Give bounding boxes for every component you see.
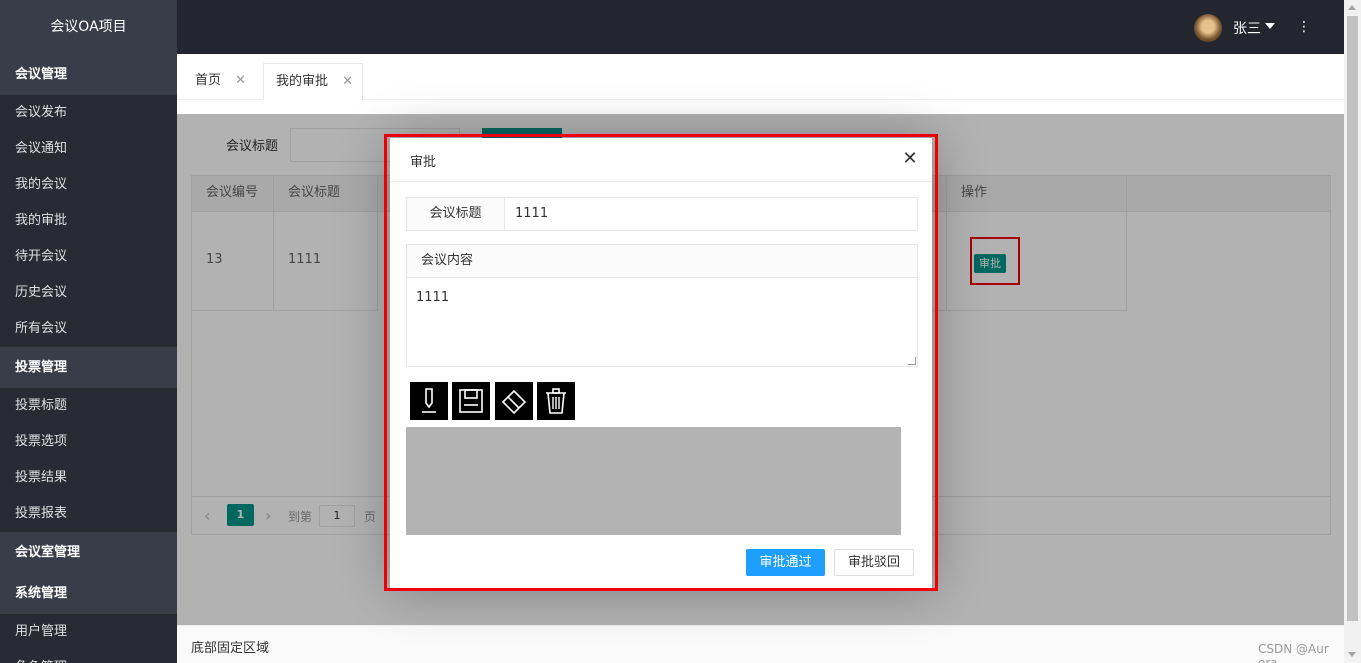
nav-item-my-approvals[interactable]: 我的审批 [0, 203, 177, 239]
highlight-box [384, 134, 938, 591]
tab-home[interactable]: 首页 ✕ [195, 63, 246, 100]
nav-item-pending[interactable]: 待开会议 [0, 239, 177, 275]
tab-my-approvals[interactable]: 我的审批 ✕ [263, 63, 363, 101]
top-header: 张三 ⋮ [177, 0, 1344, 54]
footer-text: 底部固定区域 [191, 641, 270, 656]
close-icon[interactable]: ✕ [342, 74, 353, 89]
nav-item-all[interactable]: 所有会议 [0, 311, 177, 347]
scroll-up-icon[interactable] [1348, 5, 1356, 10]
nav-item-my-meetings[interactable]: 我的会议 [0, 167, 177, 203]
nav-children-system: 用户管理 角色管理 [0, 614, 177, 663]
nav-item-vote-title[interactable]: 投票标题 [0, 388, 177, 424]
nav-item-vote-results[interactable]: 投票结果 [0, 460, 177, 496]
nav-item-history[interactable]: 历史会议 [0, 275, 177, 311]
scroll-thumb[interactable] [1347, 16, 1358, 621]
nav-item-publish[interactable]: 会议发布 [0, 95, 177, 131]
avatar[interactable] [1194, 14, 1222, 42]
caret-down-icon[interactable] [1265, 23, 1275, 29]
scroll-down-icon[interactable] [1348, 652, 1356, 657]
nav-children-meeting: 会议发布 会议通知 我的会议 我的审批 待开会议 历史会议 所有会议 [0, 95, 177, 347]
nav-item-roles[interactable]: 角色管理 [0, 650, 177, 663]
username[interactable]: 张三 [1233, 18, 1261, 38]
close-icon[interactable]: ✕ [235, 73, 246, 88]
nav-item-users[interactable]: 用户管理 [0, 614, 177, 650]
more-vertical-icon[interactable]: ⋮ [1297, 17, 1311, 37]
tab-label: 首页 [195, 73, 222, 88]
nav-item-vote-report[interactable]: 投票报表 [0, 496, 177, 532]
nav-group-room-management[interactable]: 会议室管理 [0, 532, 177, 573]
nav-group-meeting-management[interactable]: 会议管理 [0, 54, 177, 95]
nav-item-notice[interactable]: 会议通知 [0, 131, 177, 167]
footer: 底部固定区域 CSDN @Aur ora [177, 625, 1344, 663]
watermark: CSDN @Aur ora [1258, 642, 1329, 663]
scrollbar[interactable] [1344, 0, 1361, 663]
tab-bar: 首页 ✕ 我的审批 ✕ [177, 54, 1344, 101]
tab-label: 我的审批 [276, 74, 329, 89]
nav-children-vote: 投票标题 投票选项 投票结果 投票报表 [0, 388, 177, 532]
app-logo: 会议OA项目 [0, 0, 177, 54]
nav-group-vote-management[interactable]: 投票管理 [0, 347, 177, 388]
nav-item-vote-options[interactable]: 投票选项 [0, 424, 177, 460]
sidebar: 会议OA项目 会议管理 会议发布 会议通知 我的会议 我的审批 待开会议 历史会… [0, 0, 177, 663]
nav-group-system-management[interactable]: 系统管理 [0, 573, 177, 614]
